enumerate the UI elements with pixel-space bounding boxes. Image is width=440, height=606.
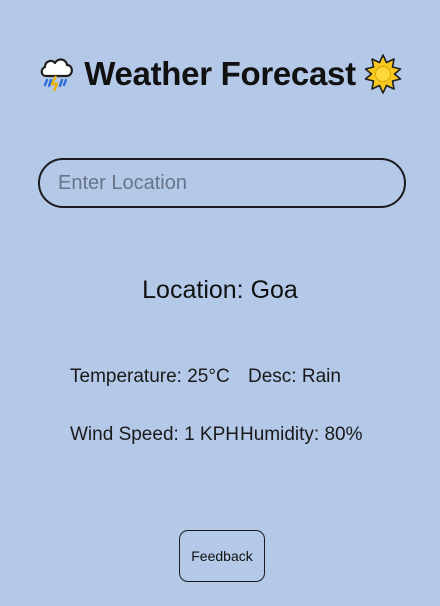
stats-row-2: Wind Speed: 1 KPH Humidity: 80%	[70, 420, 390, 450]
wind-speed-value: Wind Speed: 1 KPH	[70, 424, 239, 445]
location-label: Location: Goa	[142, 276, 298, 304]
search-field	[38, 158, 406, 208]
temperature-value: Temperature: 25°C	[70, 366, 230, 387]
stats-row-1: Temperature: 25°C Desc: Rain	[70, 362, 390, 392]
feedback-button[interactable]: Feedback	[179, 530, 265, 582]
page-header: Weather Forecast	[0, 46, 440, 102]
weather-stats: Temperature: 25°C Desc: Rain Wind Speed:…	[70, 362, 390, 478]
weather-app: Weather Forecast Location: Goa Temperatu…	[0, 0, 440, 606]
location-input[interactable]	[38, 158, 406, 208]
storm-cloud-icon	[38, 54, 76, 94]
page-title: Weather Forecast	[84, 55, 356, 92]
sun-icon	[364, 54, 402, 94]
humidity-value: Humidity: 80%	[240, 424, 363, 445]
description-value: Desc: Rain	[248, 366, 341, 387]
